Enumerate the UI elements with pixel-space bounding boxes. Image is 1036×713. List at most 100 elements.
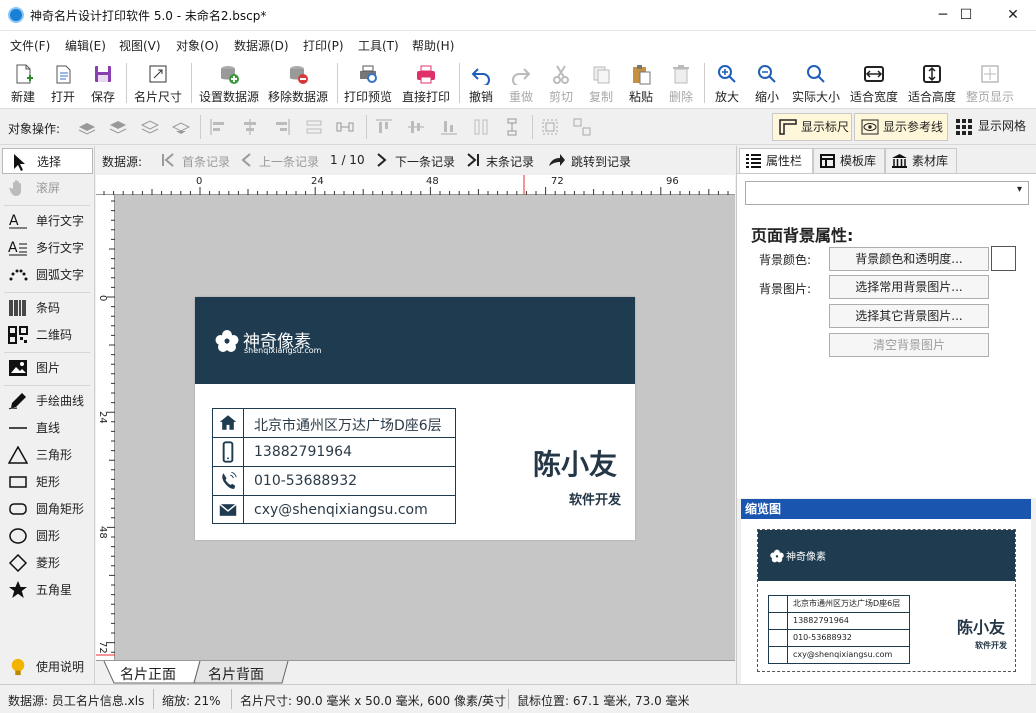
business-card[interactable]: 神奇像素 shenqixiangsu.com 北京市通州区万达广场D座6层 13… [195, 297, 635, 540]
distribute-h-icon[interactable] [336, 118, 354, 136]
paste-button[interactable]: 粘贴 [622, 57, 660, 109]
clear-bg-button[interactable]: 清空背景图片 [829, 333, 989, 357]
align-right-icon[interactable] [273, 118, 291, 136]
multi-line-text-tool[interactable]: A 多行文字 [2, 235, 93, 261]
bring-forward-icon[interactable] [109, 118, 127, 136]
last-record-icon[interactable] [465, 152, 481, 168]
print-preview-button[interactable]: 打印预览 [340, 57, 396, 109]
tab-templates[interactable]: 模板库 [813, 148, 885, 173]
next-record-button[interactable]: 下一条记录 [395, 153, 455, 170]
line-tool[interactable]: 直线 [2, 415, 93, 441]
contact-info-table[interactable]: 北京市通州区万达广场D座6层 13882791964 010-53688932 … [212, 408, 456, 524]
help-tool[interactable]: 使用说明 [2, 654, 93, 680]
circle-tool[interactable]: 圆形 [2, 523, 93, 549]
delete-button[interactable]: 删除 [662, 57, 700, 109]
grid-icon [956, 119, 972, 135]
show-grid-toggle[interactable]: 显示网格 [950, 113, 1034, 141]
menu-edit[interactable]: 编辑(E) [65, 37, 106, 54]
phone-row[interactable]: 010-53688932 [213, 467, 455, 496]
tab-materials[interactable]: 素材库 [885, 148, 957, 173]
align-bottom-icon[interactable] [440, 118, 458, 136]
menu-print[interactable]: 打印(P) [303, 37, 344, 54]
maximize-button[interactable]: ☐ [943, 0, 989, 31]
fit-page-button[interactable]: 整页显示 [963, 57, 1017, 109]
star-tool[interactable]: 五角星 [2, 577, 93, 603]
undo-button[interactable]: 撤销 [462, 57, 500, 109]
scroll-tool[interactable]: 滚屏 [2, 175, 93, 201]
menu-datasource[interactable]: 数据源(D) [234, 37, 289, 54]
bring-front-icon[interactable] [78, 118, 96, 136]
new-button[interactable]: 新建 [4, 57, 42, 109]
logo-url[interactable]: shenqixiangsu.com [244, 346, 321, 355]
thumbnail-card[interactable]: 神奇像素 北京市通州区万达广场D座6层 13882791964 010-5368… [757, 529, 1016, 672]
next-record-icon[interactable] [375, 152, 389, 168]
group-icon[interactable] [541, 118, 559, 136]
tab-properties[interactable]: 属性栏 [739, 148, 813, 173]
rectangle-tool[interactable]: 矩形 [2, 469, 93, 495]
status-bar: 数据源: 员工名片信息.xls 缩放: 21% 名片尺寸: 90.0 毫米 x … [0, 684, 1036, 713]
address-row[interactable]: 北京市通州区万达广场D座6层 [213, 409, 455, 438]
show-guides-toggle[interactable]: 显示参考线 [854, 113, 948, 141]
menu-tools[interactable]: 工具(T) [358, 37, 399, 54]
freehand-tool[interactable]: 手绘曲线 [2, 388, 93, 414]
arc-text-tool[interactable]: 圆弧文字 [2, 262, 93, 288]
person-name[interactable]: 陈小友 [533, 443, 617, 483]
ungroup-icon[interactable] [573, 118, 591, 136]
set-datasource-button[interactable]: 设置数据源 [196, 57, 262, 109]
send-back-icon[interactable] [172, 118, 190, 136]
common-bg-button[interactable]: 选择常用背景图片... [829, 275, 989, 299]
menu-help[interactable]: 帮助(H) [412, 37, 454, 54]
same-height-icon[interactable] [472, 118, 490, 136]
qrcode-tool[interactable]: 二维码 [2, 322, 93, 348]
send-backward-icon[interactable] [141, 118, 159, 136]
triangle-tool[interactable]: 三角形 [2, 442, 93, 468]
menu-file[interactable]: 文件(F) [10, 37, 50, 54]
rounded-rectangle-tool[interactable]: 圆角矩形 [2, 496, 93, 522]
fit-width-button[interactable]: 适合宽度 [847, 57, 901, 109]
prev-record-button[interactable]: 上一条记录 [259, 153, 319, 170]
prev-record-icon[interactable] [239, 152, 253, 168]
other-bg-button[interactable]: 选择其它背景图片... [829, 304, 989, 328]
show-ruler-toggle[interactable]: 显示标尺 [772, 113, 852, 141]
first-record-icon[interactable] [160, 152, 176, 168]
fit-height-button[interactable]: 适合高度 [905, 57, 959, 109]
email-row[interactable]: cxy@shenqixiangsu.com [213, 496, 455, 525]
bg-color-button[interactable]: 背景颜色和透明度... [829, 247, 989, 271]
align-center-h-icon[interactable] [241, 118, 259, 136]
save-button[interactable]: 保存 [84, 57, 122, 109]
mobile-row[interactable]: 13882791964 [213, 438, 455, 467]
actual-size-button[interactable]: 实际大小 [789, 57, 843, 109]
close-button[interactable]: ✕ [990, 0, 1036, 31]
open-button[interactable]: 打开 [44, 57, 82, 109]
last-record-button[interactable]: 末条记录 [486, 153, 534, 170]
align-middle-v-icon[interactable] [407, 118, 425, 136]
goto-record-button[interactable]: 跳转到记录 [571, 153, 631, 170]
tab-front[interactable]: 名片正面 [120, 664, 176, 684]
tab-back[interactable]: 名片背面 [208, 664, 264, 684]
select-tool[interactable]: 选择 [2, 148, 93, 174]
remove-datasource-button[interactable]: 移除数据源 [264, 57, 332, 109]
single-line-text-tool[interactable]: A 单行文字 [2, 208, 93, 234]
same-width-icon[interactable] [305, 118, 323, 136]
image-tool[interactable]: 图片 [2, 355, 93, 381]
align-left-icon[interactable] [209, 118, 227, 136]
goto-record-icon[interactable] [548, 152, 566, 168]
diamond-tool[interactable]: 菱形 [2, 550, 93, 576]
first-record-button[interactable]: 首条记录 [182, 153, 230, 170]
job-title[interactable]: 软件开发 [569, 489, 621, 508]
cut-button[interactable]: 剪切 [542, 57, 580, 109]
menu-view[interactable]: 视图(V) [119, 37, 161, 54]
menu-object[interactable]: 对象(O) [176, 37, 219, 54]
copy-button[interactable]: 复制 [582, 57, 620, 109]
direct-print-button[interactable]: 直接打印 [398, 57, 454, 109]
flower-logo-icon[interactable] [215, 329, 239, 353]
redo-button[interactable]: 重做 [502, 57, 540, 109]
bg-color-swatch[interactable] [991, 246, 1016, 271]
object-selector-dropdown[interactable]: ▾ [745, 181, 1029, 205]
card-size-button[interactable]: 名片尺寸 [130, 57, 186, 109]
zoom-out-button[interactable]: 缩小 [748, 57, 786, 109]
barcode-tool[interactable]: 条码 [2, 295, 93, 321]
align-top-icon[interactable] [375, 118, 393, 136]
distribute-v-icon[interactable] [503, 118, 521, 136]
zoom-in-button[interactable]: 放大 [708, 57, 746, 109]
